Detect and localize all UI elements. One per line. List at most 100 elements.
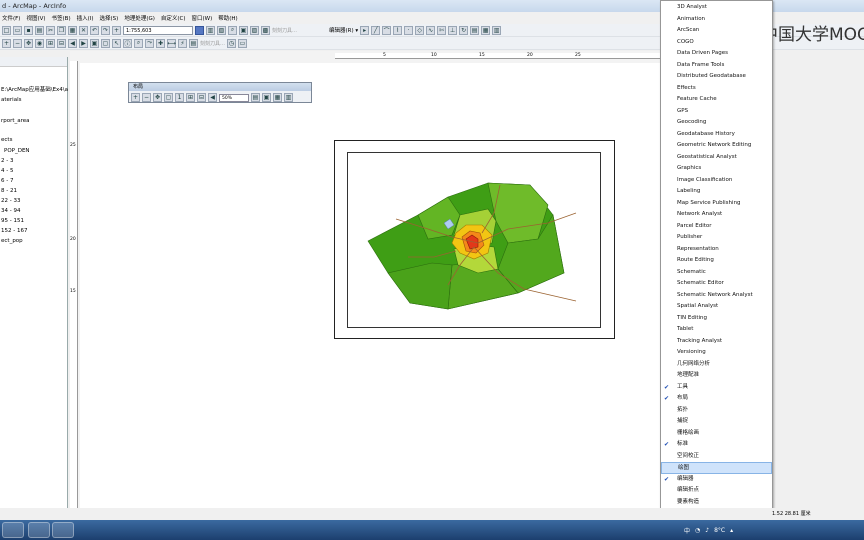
toc-layer-airport-area[interactable]: rport_area	[1, 118, 30, 124]
menu-item-toolbar[interactable]: 编辑折点	[661, 485, 772, 497]
menu-item-toolbar[interactable]: 地理配准	[661, 370, 772, 382]
toggle-draft-mode-icon[interactable]: ▤	[251, 93, 260, 102]
editor-toolbar-icon[interactable]	[195, 25, 204, 35]
menu-item-toolbar[interactable]: Schematic Editor	[661, 278, 772, 290]
print-icon[interactable]: ▤	[35, 25, 44, 35]
menu-geoprocessing[interactable]: 地理处理(G)	[124, 14, 155, 22]
redo-icon[interactable]: ↷	[101, 25, 110, 35]
menu-item-toolbar[interactable]: Distributed Geodatabase	[661, 71, 772, 83]
select-features-icon[interactable]: ▣	[90, 38, 99, 48]
layout-pan-icon[interactable]: ✥	[153, 93, 162, 102]
search-icon[interactable]: ⌕	[228, 25, 237, 35]
menu-item-toolbar[interactable]: 几何网络分析	[661, 359, 772, 371]
data-frame[interactable]	[334, 140, 615, 339]
menu-bookmarks[interactable]: 书签(B)	[52, 14, 71, 22]
toc-class-1[interactable]: 2 - 3	[1, 158, 13, 164]
layout-view[interactable]: 5 10 15 20 25 25 20 15	[70, 51, 660, 520]
taskbar-firefox-icon[interactable]	[28, 522, 50, 538]
create-features-icon[interactable]: ▥	[492, 25, 502, 35]
select-elements-icon[interactable]: ↖	[112, 38, 121, 48]
map-scale-select[interactable]: 1:755,603	[123, 25, 193, 35]
ime-icon[interactable]: 中	[684, 526, 690, 535]
goto-xy-icon[interactable]: ✚	[156, 38, 165, 48]
model-builder-icon[interactable]: ▩	[261, 25, 270, 35]
menu-item-toolbar[interactable]: Tablet	[661, 324, 772, 336]
change-layout-icon[interactable]: ▦	[273, 93, 282, 102]
straight-segment-icon[interactable]: ╱	[371, 25, 381, 35]
toc-class-3[interactable]: 6 - 7	[1, 178, 13, 184]
edit-vertices-icon[interactable]: ◇	[415, 25, 425, 35]
menu-item-toolbar[interactable]: Graphics	[661, 163, 772, 175]
menu-item-toolbar[interactable]: ArcScan	[661, 25, 772, 37]
cut-polygons-icon[interactable]: ✄	[437, 25, 447, 35]
menu-item-toolbar[interactable]: Data Frame Tools	[661, 60, 772, 72]
menu-item-toolbar[interactable]: 捕捉	[661, 416, 772, 428]
menu-item-toolbar[interactable]: ✔ 工具	[661, 382, 772, 394]
menu-item-toolbar[interactable]: Publisher	[661, 232, 772, 244]
toc-class-2[interactable]: 4 - 5	[1, 168, 13, 174]
menu-item-toolbar[interactable]: Representation	[661, 244, 772, 256]
menu-select[interactable]: 选择(S)	[100, 14, 119, 22]
undo-icon[interactable]: ↶	[90, 25, 99, 35]
save-icon[interactable]: ▪	[24, 25, 33, 35]
hyperlink-icon[interactable]: ⚡	[178, 38, 187, 48]
menu-item-toolbar[interactable]: Geodatabase History	[661, 129, 772, 141]
copy-icon[interactable]: ❐	[57, 25, 66, 35]
zoom-out-icon[interactable]: −	[13, 38, 22, 48]
taskbar-app-icon[interactable]	[52, 522, 74, 538]
attributes-icon[interactable]: ▤	[470, 25, 480, 35]
menu-item-toolbar[interactable]: Route Editing	[661, 255, 772, 267]
edit-tool-icon[interactable]: ▸	[360, 25, 370, 35]
menu-item-toolbar[interactable]: 拓扑	[661, 405, 772, 417]
menu-item-toolbar[interactable]: 栅格绘画	[661, 428, 772, 440]
menu-item-toolbar[interactable]: Geocoding	[661, 117, 772, 129]
back-icon[interactable]: ◀	[68, 38, 77, 48]
menu-item-toolbar[interactable]: Map Service Publishing	[661, 198, 772, 210]
open-icon[interactable]: ▭	[13, 25, 22, 35]
toc-class-7[interactable]: 95 - 151	[1, 218, 24, 224]
menu-insert[interactable]: 插入(I)	[77, 14, 94, 22]
focus-data-frame-icon[interactable]: ▣	[262, 93, 271, 102]
volume-icon[interactable]: ♪	[705, 527, 709, 534]
notification-icon[interactable]: ▴	[730, 527, 733, 534]
menu-item-toolbar[interactable]: Network Analyst	[661, 209, 772, 221]
editor-menu[interactable]: 编辑器(R) ▾	[329, 26, 358, 34]
menu-item-toolbar[interactable]: Tracking Analyst	[661, 336, 772, 348]
endpoint-arc-icon[interactable]: ⌒	[382, 25, 392, 35]
identify-icon[interactable]: ⓘ	[123, 38, 132, 48]
menu-item-toolbar[interactable]: Data Driven Pages	[661, 48, 772, 60]
menu-item-toolbar[interactable]: ✔ 布局	[661, 393, 772, 405]
split-icon[interactable]: ⊥	[448, 25, 458, 35]
create-viewer-icon[interactable]: ▭	[238, 38, 248, 48]
menu-item-toolbar[interactable]: TIN Editing	[661, 313, 772, 325]
fixed-zoom-in-icon[interactable]: ⊞	[46, 38, 55, 48]
zoom-in-icon[interactable]: +	[2, 38, 11, 48]
start-button[interactable]	[2, 522, 24, 538]
menu-item-toolbar[interactable]: Image Classification	[661, 175, 772, 187]
toc-layer-materials[interactable]: aterials	[1, 97, 21, 103]
catalog-icon[interactable]: ▧	[217, 25, 226, 35]
menu-item-toolbar[interactable]: Feature Cache	[661, 94, 772, 106]
rotate-icon[interactable]: ↻	[459, 25, 469, 35]
delete-icon[interactable]: ✕	[79, 25, 88, 35]
menu-customize[interactable]: 自定义(C)	[161, 14, 186, 22]
toc-layer-tract-pop[interactable]: ect_pop	[1, 238, 23, 244]
menu-item-toolbar[interactable]: Versioning	[661, 347, 772, 359]
toc-class-8[interactable]: 152 - 167	[1, 228, 27, 234]
zoom-percent-select[interactable]: 50%	[219, 93, 249, 102]
toc-class-6[interactable]: 34 - 94	[1, 208, 20, 214]
html-popup-icon[interactable]: ▤	[189, 38, 198, 48]
add-data-icon[interactable]: +	[112, 25, 121, 35]
trace-icon[interactable]: ⌇	[393, 25, 403, 35]
menu-item-toolbar[interactable]: Effects	[661, 83, 772, 95]
toc-icon[interactable]: ▥	[206, 25, 215, 35]
toc-class-5[interactable]: 22 - 33	[1, 198, 20, 204]
toc-class-4[interactable]: 8 - 21	[1, 188, 17, 194]
measure-icon[interactable]: ⟷	[167, 38, 176, 48]
zoom-whole-page-icon[interactable]: ▢	[164, 93, 173, 102]
layout-zoom-in-icon[interactable]: +	[131, 93, 140, 102]
full-extent-icon[interactable]: ◉	[35, 38, 44, 48]
menu-item-toolbar[interactable]: 3D Analyst	[661, 2, 772, 14]
new-icon[interactable]: □	[2, 25, 11, 35]
fixed-zoom-out-page-icon[interactable]: ⊟	[197, 93, 206, 102]
